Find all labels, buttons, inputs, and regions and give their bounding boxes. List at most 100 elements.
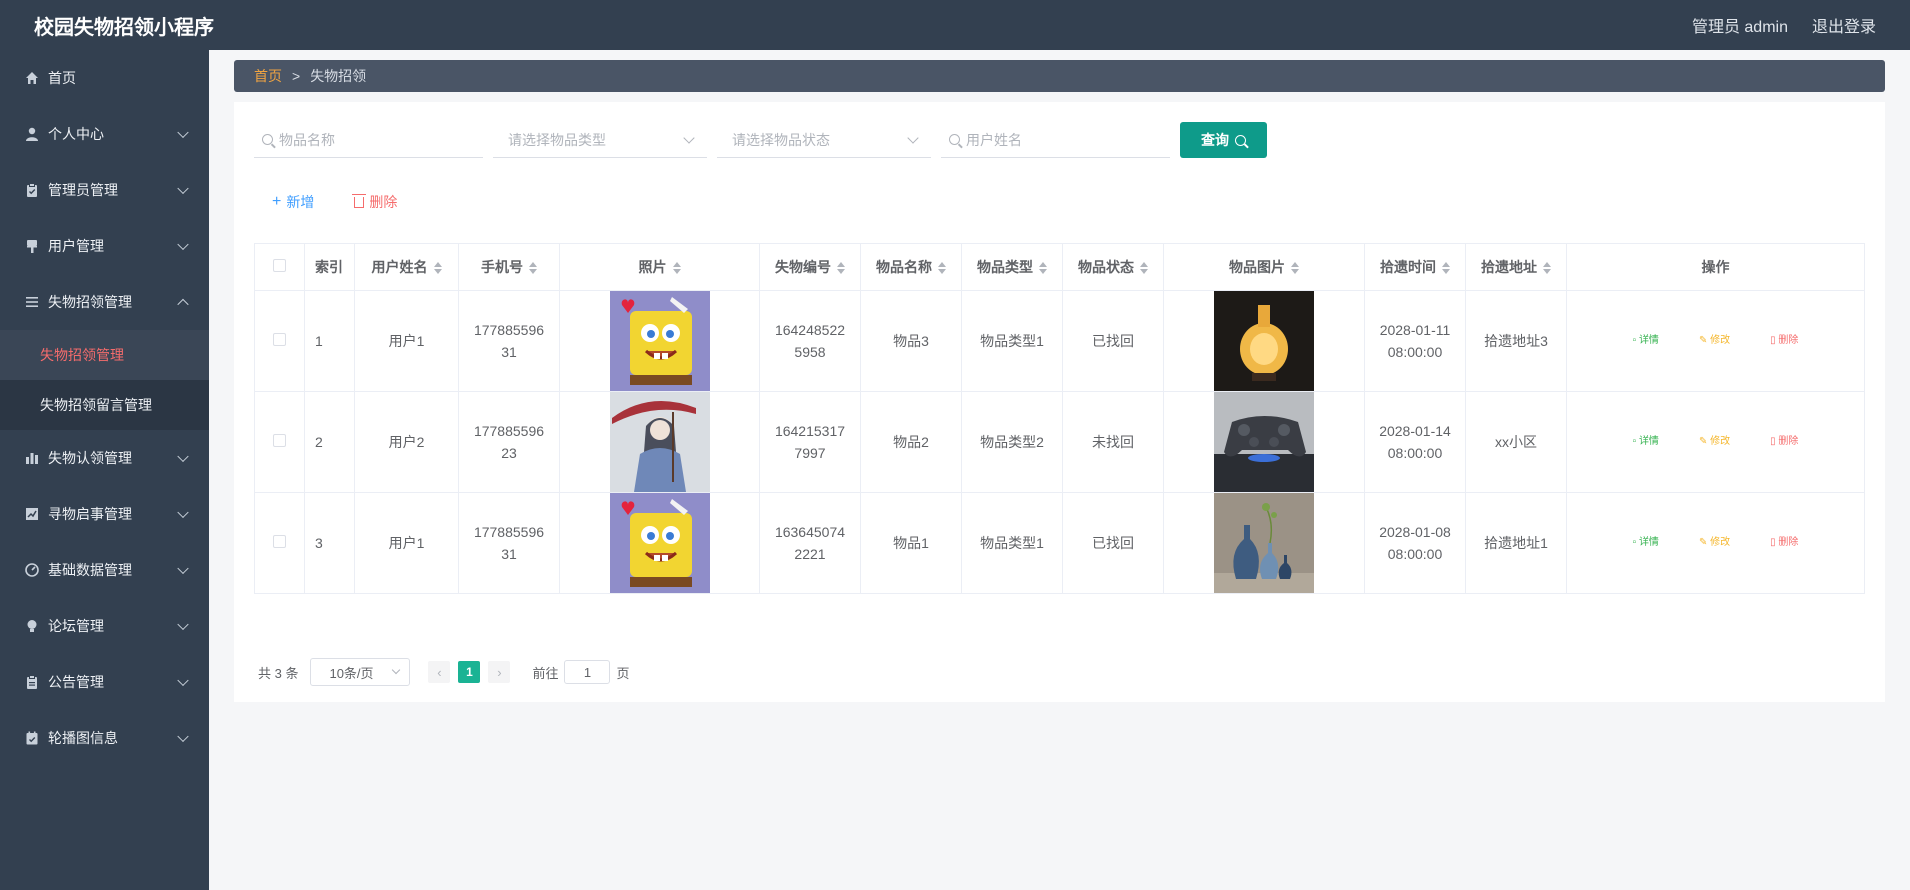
sidebar-item-lost-found[interactable]: 失物招领管理 xyxy=(0,274,209,330)
col-header-photo[interactable]: 照片 xyxy=(559,243,760,291)
col-header-address[interactable]: 拾遗地址 xyxy=(1465,243,1567,291)
sort-icon[interactable] xyxy=(1291,262,1299,275)
col-header-phone[interactable]: 手机号 xyxy=(458,243,560,291)
table-row: 2 用户2 177885596 23 164215317 7997 物品2 物品类型2 未找回 2… xyxy=(254,391,1865,493)
sidebar-item-lost-notices[interactable]: 寻物启事管理 xyxy=(0,486,209,542)
sidebar-item-admins[interactable]: 管理员管理 xyxy=(0,162,209,218)
chevron-down-icon xyxy=(683,132,695,144)
sort-icon[interactable] xyxy=(837,262,845,275)
user-photo[interactable] xyxy=(609,291,710,391)
prev-page-button[interactable]: ‹ xyxy=(428,661,451,683)
sidebar-item-claims[interactable]: 失物认领管理 xyxy=(0,430,209,486)
cell-time: 2028-01-14 08:00:00 xyxy=(1364,391,1466,493)
user-name-search-input[interactable]: 用户姓名 xyxy=(941,122,1170,158)
sidebar-item-carousel[interactable]: 轮播图信息 xyxy=(0,710,209,766)
time-clock: 08:00:00 xyxy=(1387,445,1443,461)
item-photo[interactable] xyxy=(1214,493,1314,593)
item-photo[interactable] xyxy=(1214,392,1314,492)
sort-icon[interactable] xyxy=(938,262,946,275)
user-photo[interactable] xyxy=(609,392,710,492)
row-select-cell xyxy=(254,391,305,493)
next-page-button[interactable]: › xyxy=(488,661,511,683)
phone-line-1: 177885596 xyxy=(473,322,545,338)
breadcrumb: 首页 > 失物招领 xyxy=(234,60,1885,92)
query-button-label: 查询 xyxy=(1201,132,1229,148)
sidebar-item-label: 个人中心 xyxy=(48,126,104,142)
col-header-label: 物品图片 xyxy=(1229,259,1285,275)
delete-button[interactable]: ▯ 删除 xyxy=(1770,431,1798,453)
delete-button[interactable]: ▯ 删除 xyxy=(1770,330,1798,352)
goto-page-input[interactable] xyxy=(564,660,611,684)
edit-button[interactable]: ✎ 修改 xyxy=(1699,532,1730,554)
sidebar-item-announcements[interactable]: 公告管理 xyxy=(0,654,209,710)
user-photo[interactable] xyxy=(609,493,710,593)
sort-icon[interactable] xyxy=(433,262,442,275)
col-header-item-type[interactable]: 物品类型 xyxy=(961,243,1063,291)
batch-delete-button[interactable]: 删除 xyxy=(352,192,397,212)
logout-link[interactable]: 退出登录 xyxy=(1812,13,1876,37)
row-checkbox[interactable] xyxy=(273,333,286,346)
table-row: 3 用户1 177885596 31 163645074 2221 物品1 物品类型1 已找回 2… xyxy=(254,492,1865,594)
delete-button[interactable]: ▯ 删除 xyxy=(1770,532,1798,554)
edit-button[interactable]: ✎ 修改 xyxy=(1699,330,1730,352)
item-type-placeholder: 请选择物品类型 xyxy=(508,131,606,148)
sort-icon[interactable] xyxy=(1442,262,1450,275)
cell-item-status: 未找回 xyxy=(1062,391,1164,493)
page-unit-label: 页 xyxy=(616,665,630,681)
sort-icon[interactable] xyxy=(1140,262,1148,275)
detail-button[interactable]: ▫ 详情 xyxy=(1633,330,1659,352)
sort-icon[interactable] xyxy=(672,262,681,275)
detail-button[interactable]: ▫ 详情 xyxy=(1633,431,1659,453)
detail-button[interactable]: ▫ 详情 xyxy=(1633,532,1659,554)
sidebar-item-users[interactable]: 用户管理 xyxy=(0,218,209,274)
col-header-label: 照片 xyxy=(638,259,667,275)
page-size-select[interactable]: 10条/页 xyxy=(310,658,411,686)
sidebar-item-label: 管理员管理 xyxy=(48,182,118,198)
col-header-time[interactable]: 拾遗时间 xyxy=(1364,243,1466,291)
sidebar-subitem-lost-found-comments[interactable]: 失物招领留言管理 xyxy=(0,380,209,430)
sort-icon[interactable] xyxy=(529,262,537,275)
item-status-placeholder: 请选择物品状态 xyxy=(732,131,830,148)
cell-item-type: 物品类型1 xyxy=(961,290,1063,392)
breadcrumb-home[interactable]: 首页 xyxy=(254,66,282,86)
phone-line-2: 23 xyxy=(501,445,517,461)
breadcrumb-current: 失物招领 xyxy=(310,68,367,84)
cell-item-picture xyxy=(1163,391,1365,493)
sidebar-item-home[interactable]: 首页 xyxy=(0,50,209,106)
chevron-down-icon xyxy=(177,238,189,251)
trend-icon xyxy=(26,508,38,520)
edit-button[interactable]: ✎ 修改 xyxy=(1699,431,1730,453)
sort-icon[interactable] xyxy=(1039,262,1047,275)
item-name-search-input[interactable]: 物品名称 xyxy=(254,122,483,158)
phone-line-2: 31 xyxy=(501,546,517,562)
item-status-select[interactable]: 请选择物品状态 xyxy=(717,122,931,158)
cell-item-type: 物品类型2 xyxy=(961,391,1063,493)
select-all-checkbox[interactable] xyxy=(273,259,286,272)
vases-photo xyxy=(1214,493,1314,593)
spongebob-photo xyxy=(609,291,710,391)
col-header-code[interactable]: 失物编号 xyxy=(759,243,861,291)
add-button-label: 新增 xyxy=(286,194,315,210)
sidebar-item-personal[interactable]: 个人中心 xyxy=(0,106,209,162)
col-header-item-picture[interactable]: 物品图片 xyxy=(1163,243,1365,291)
row-checkbox[interactable] xyxy=(273,434,286,447)
edit-label: 修改 xyxy=(1710,436,1731,447)
cell-code: 163645074 2221 xyxy=(759,492,861,594)
col-header-item-name[interactable]: 物品名称 xyxy=(860,243,962,291)
cell-photo xyxy=(559,290,760,392)
item-photo[interactable] xyxy=(1214,291,1314,391)
page-number-current[interactable]: 1 xyxy=(458,661,481,683)
sidebar-item-forum[interactable]: 论坛管理 xyxy=(0,598,209,654)
add-button[interactable]: + 新增 xyxy=(272,192,314,212)
col-header-item-status[interactable]: 物品状态 xyxy=(1062,243,1164,291)
col-header-user[interactable]: 用户姓名 xyxy=(354,243,459,291)
sidebar-subitem-lost-found[interactable]: 失物招领管理 xyxy=(0,330,209,380)
sidebar-item-label: 轮播图信息 xyxy=(48,730,118,746)
sort-icon[interactable] xyxy=(1543,262,1551,275)
query-button[interactable]: 查询 xyxy=(1180,122,1267,158)
row-checkbox[interactable] xyxy=(273,535,286,548)
col-header-label: 物品类型 xyxy=(977,259,1033,275)
sidebar-item-base-data[interactable]: 基础数据管理 xyxy=(0,542,209,598)
col-header-label: 用户姓名 xyxy=(371,259,428,275)
item-type-select[interactable]: 请选择物品类型 xyxy=(493,122,707,158)
